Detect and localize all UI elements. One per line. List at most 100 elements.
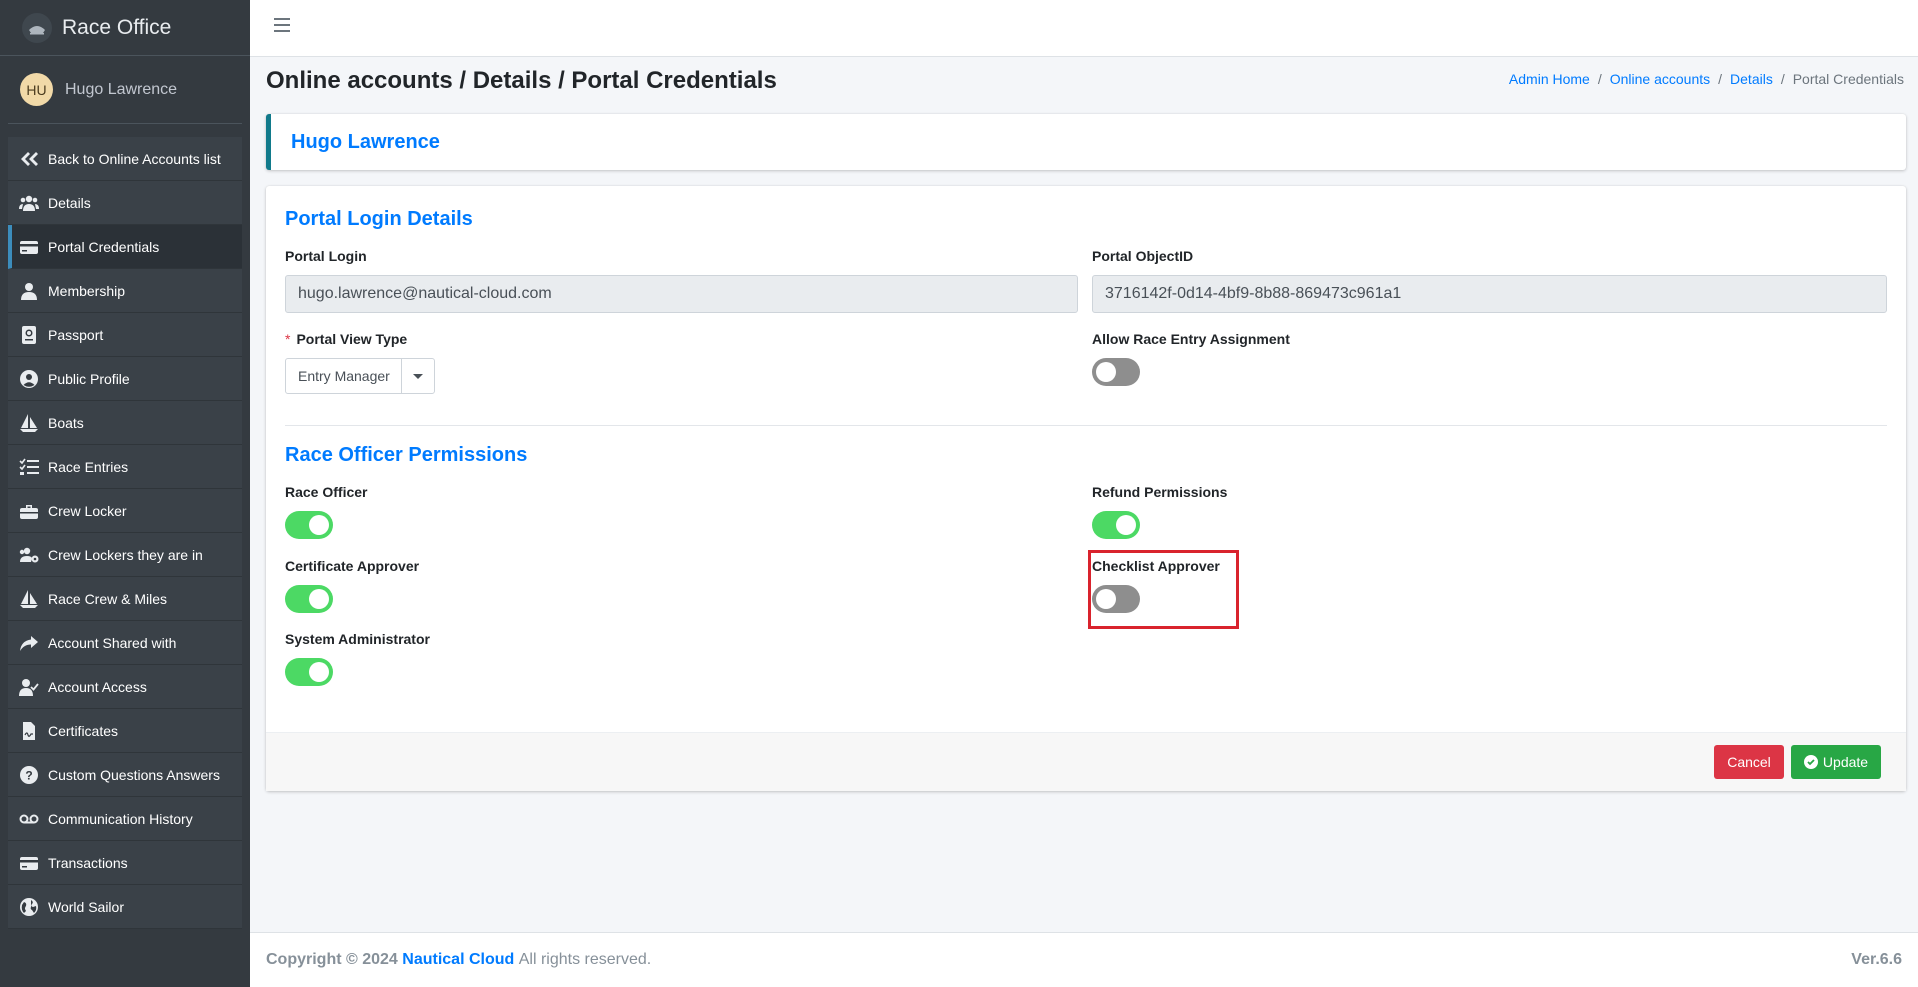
tasks-icon xyxy=(18,457,40,477)
user-icon xyxy=(18,281,40,301)
sidebar-nav: Back to Online Accounts list Details Por… xyxy=(0,137,250,929)
sidebar-item-certificates[interactable]: Certificates xyxy=(8,709,242,753)
rights-text: All rights reserved. xyxy=(518,951,652,968)
sidebar-item-world-sailor[interactable]: World Sailor xyxy=(8,885,242,929)
hamburger-menu-icon[interactable] xyxy=(274,18,290,32)
question-circle-icon: ? xyxy=(18,765,40,785)
sidebar-item-custom-questions[interactable]: ? Custom Questions Answers xyxy=(8,753,242,797)
breadcrumb: Admin Home / Online accounts / Details /… xyxy=(1509,71,1904,87)
portal-view-type-label: * Portal View Type xyxy=(285,331,407,347)
section-divider xyxy=(285,425,1887,426)
sidebar-item-race-entries[interactable]: Race Entries xyxy=(8,445,242,489)
sidebar-item-details[interactable]: Details xyxy=(8,181,242,225)
page-title: Online accounts / Details / Portal Crede… xyxy=(266,67,777,94)
race-officer-toggle[interactable] xyxy=(285,511,333,539)
sidebar-item-passport[interactable]: Passport xyxy=(8,313,242,357)
users-cog-icon xyxy=(18,545,40,565)
users-icon xyxy=(18,193,40,213)
toggle-knob xyxy=(1096,362,1116,382)
sidebar-item-communication-history[interactable]: Communication History xyxy=(8,797,242,841)
portal-login-label: Portal Login xyxy=(285,248,367,264)
sidebar-item-label: Boats xyxy=(48,414,84,431)
sidebar-item-label: Certificates xyxy=(48,722,119,739)
sidebar-item-back[interactable]: Back to Online Accounts list xyxy=(8,137,242,181)
sidebar-item-boats[interactable]: Boats xyxy=(8,401,242,445)
check-circle-icon xyxy=(1803,755,1818,769)
allow-race-entry-label: Allow Race Entry Assignment xyxy=(1092,331,1290,347)
permissions-section-title: Race Officer Permissions xyxy=(285,444,528,466)
brand-logo-icon xyxy=(22,12,52,43)
sidebar-item-label: Details xyxy=(48,194,91,211)
sidebar-item-label: Back to Online Accounts list xyxy=(48,150,221,167)
account-name: Hugo Lawrence xyxy=(291,130,440,153)
sidebar-item-account-shared[interactable]: Account Shared with xyxy=(8,621,242,665)
breadcrumb-online-accounts[interactable]: Online accounts xyxy=(1610,71,1710,87)
portal-login-section-title: Portal Login Details xyxy=(285,208,473,230)
copyright-text: Copyright © 2024 Nautical Cloud All righ… xyxy=(266,951,651,969)
sidebar-item-label: Account Shared with xyxy=(48,634,177,651)
sidebar-item-crew-locker[interactable]: Crew Locker xyxy=(8,489,242,533)
sidebar-item-label: Communication History xyxy=(48,810,193,827)
user-name: Hugo Lawrence xyxy=(65,80,178,98)
certificate-approver-toggle[interactable] xyxy=(285,585,333,613)
sidebar-item-account-access[interactable]: Account Access xyxy=(8,665,242,709)
voicemail-icon xyxy=(18,809,40,829)
refund-permissions-toggle[interactable] xyxy=(1092,511,1140,539)
page-footer: Copyright © 2024 Nautical Cloud All righ… xyxy=(250,932,1918,987)
toggle-knob xyxy=(309,662,329,682)
sidebar-item-label: Membership xyxy=(48,282,126,299)
company-link[interactable]: Nautical Cloud xyxy=(402,951,514,968)
portal-view-type-select[interactable]: Entry Manager xyxy=(285,358,435,394)
allow-race-entry-toggle[interactable] xyxy=(1092,358,1140,386)
sailboat-icon xyxy=(18,589,40,609)
sidebar-item-label: Account Access xyxy=(48,678,147,695)
sidebar-item-public-profile[interactable]: Public Profile xyxy=(8,357,242,401)
system-administrator-toggle[interactable] xyxy=(285,658,333,686)
svg-text:?: ? xyxy=(25,768,32,782)
update-button-label: Update xyxy=(1822,754,1869,770)
sidebar-item-label: Passport xyxy=(48,326,104,343)
sidebar-item-race-crew-miles[interactable]: Race Crew & Miles xyxy=(8,577,242,621)
sidebar-item-label: Race Entries xyxy=(48,458,129,475)
cancel-button[interactable]: Cancel xyxy=(1714,745,1784,779)
sidebar-item-label: Crew Lockers they are in xyxy=(48,546,203,563)
portal-credentials-card: Portal Login Details Portal Login hugo.l… xyxy=(266,186,1906,791)
portal-objectid-field[interactable]: 3716142f-0d14-4bf9-8b88-869473c961a1 xyxy=(1092,275,1887,313)
portal-objectid-label: Portal ObjectID xyxy=(1092,248,1194,264)
double-chevron-left-icon xyxy=(18,149,40,169)
update-button[interactable]: Update xyxy=(1791,745,1881,779)
portal-login-field[interactable]: hugo.lawrence@nautical-cloud.com xyxy=(285,275,1078,313)
account-name-card: Hugo Lawrence xyxy=(266,114,1906,170)
required-mark: * xyxy=(285,331,291,347)
sidebar-item-label: Public Profile xyxy=(48,370,130,387)
sidebar-item-transactions[interactable]: Transactions xyxy=(8,841,242,885)
copyright-label: Copyright © 2024 xyxy=(266,951,398,968)
breadcrumb-admin-home[interactable]: Admin Home xyxy=(1509,71,1590,87)
sidebar-item-label: Crew Locker xyxy=(48,502,127,519)
credit-card-icon xyxy=(18,853,40,873)
sidebar-item-label: World Sailor xyxy=(48,898,124,915)
breadcrumb-separator: / xyxy=(1718,71,1723,87)
brand[interactable]: Race Office xyxy=(0,0,250,56)
highlight-box xyxy=(1088,550,1239,629)
file-signature-icon xyxy=(18,721,40,741)
race-officer-label: Race Officer xyxy=(285,484,368,500)
sidebar-item-portal-credentials[interactable]: Portal Credentials xyxy=(8,225,242,269)
caret-down-icon[interactable] xyxy=(402,359,434,393)
sidebar-item-label: Custom Questions Answers xyxy=(48,766,220,783)
toggle-knob xyxy=(309,515,329,535)
user-check-icon xyxy=(18,677,40,697)
user-panel[interactable]: HU Hugo Lawrence xyxy=(8,56,242,124)
sidebar-item-label: Transactions xyxy=(48,854,128,871)
top-navbar xyxy=(250,0,1918,57)
sidebar-item-membership[interactable]: Membership xyxy=(8,269,242,313)
toggle-knob xyxy=(1116,515,1136,535)
card-footer: Cancel Update xyxy=(266,732,1906,791)
sidebar-item-crew-lockers-in[interactable]: Crew Lockers they are in xyxy=(8,533,242,577)
share-icon xyxy=(18,633,40,653)
breadcrumb-details[interactable]: Details xyxy=(1730,71,1773,87)
sidebar-item-label: Race Crew & Miles xyxy=(48,590,168,607)
toolbox-icon xyxy=(18,501,40,521)
system-administrator-label: System Administrator xyxy=(285,631,430,647)
globe-icon xyxy=(18,897,40,917)
